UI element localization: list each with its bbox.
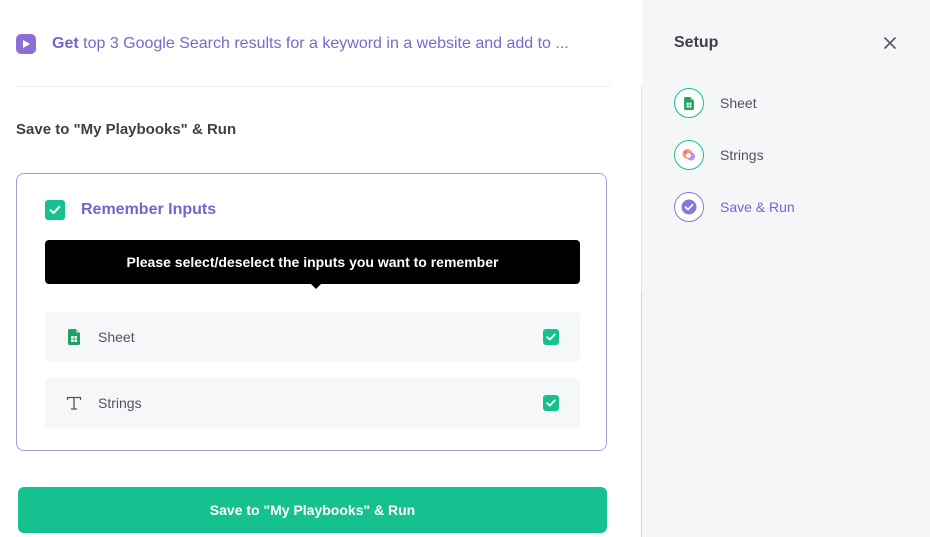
- remember-tooltip: Please select/deselect the inputs you wa…: [45, 240, 580, 284]
- playbook-header: Get top 3 Google Search results for a ke…: [16, 32, 610, 56]
- close-icon[interactable]: [880, 33, 900, 53]
- setup-sidebar: Setup Sheet Strings Save & Run: [642, 0, 930, 537]
- input-checkbox-sheet[interactable]: [543, 329, 559, 345]
- remember-inputs-card: Remember Inputs Please select/deselect t…: [16, 173, 607, 451]
- play-icon: [16, 34, 36, 54]
- playbook-title: Get top 3 Google Search results for a ke…: [52, 35, 569, 53]
- text-t-icon: [65, 393, 83, 413]
- setup-step-save-run[interactable]: Save & Run: [674, 191, 795, 223]
- setup-step-label-save-run: Save & Run: [720, 199, 795, 215]
- remember-inputs-checkbox[interactable]: [45, 200, 65, 220]
- playbook-verb: Get: [52, 35, 79, 52]
- setup-title: Setup: [674, 34, 719, 51]
- setup-step-sheet[interactable]: Sheet: [674, 87, 757, 119]
- input-label-strings: Strings: [98, 395, 142, 411]
- strings-app-icon: [674, 140, 704, 170]
- tooltip-arrow: [311, 284, 321, 289]
- header-divider: [16, 86, 610, 87]
- remember-inputs-label[interactable]: Remember Inputs: [81, 200, 216, 220]
- check-circle-icon: [674, 192, 704, 222]
- setup-step-label-sheet: Sheet: [720, 95, 757, 111]
- main-panel: Get top 3 Google Search results for a ke…: [0, 0, 641, 537]
- setup-step-strings[interactable]: Strings: [674, 139, 764, 171]
- playbook-description: top 3 Google Search results for a keywor…: [83, 35, 569, 52]
- section-title: Save to "My Playbooks" & Run: [16, 121, 237, 138]
- input-row-sheet[interactable]: Sheet: [45, 312, 580, 362]
- google-sheets-icon: [65, 327, 83, 347]
- input-checkbox-strings[interactable]: [543, 395, 559, 411]
- google-sheets-icon: [674, 88, 704, 118]
- tooltip-text: Please select/deselect the inputs you wa…: [126, 254, 499, 270]
- input-row-strings[interactable]: Strings: [45, 378, 580, 428]
- input-label-sheet: Sheet: [98, 329, 135, 345]
- setup-step-label-strings: Strings: [720, 147, 764, 163]
- save-and-run-button[interactable]: Save to "My Playbooks" & Run: [18, 487, 607, 533]
